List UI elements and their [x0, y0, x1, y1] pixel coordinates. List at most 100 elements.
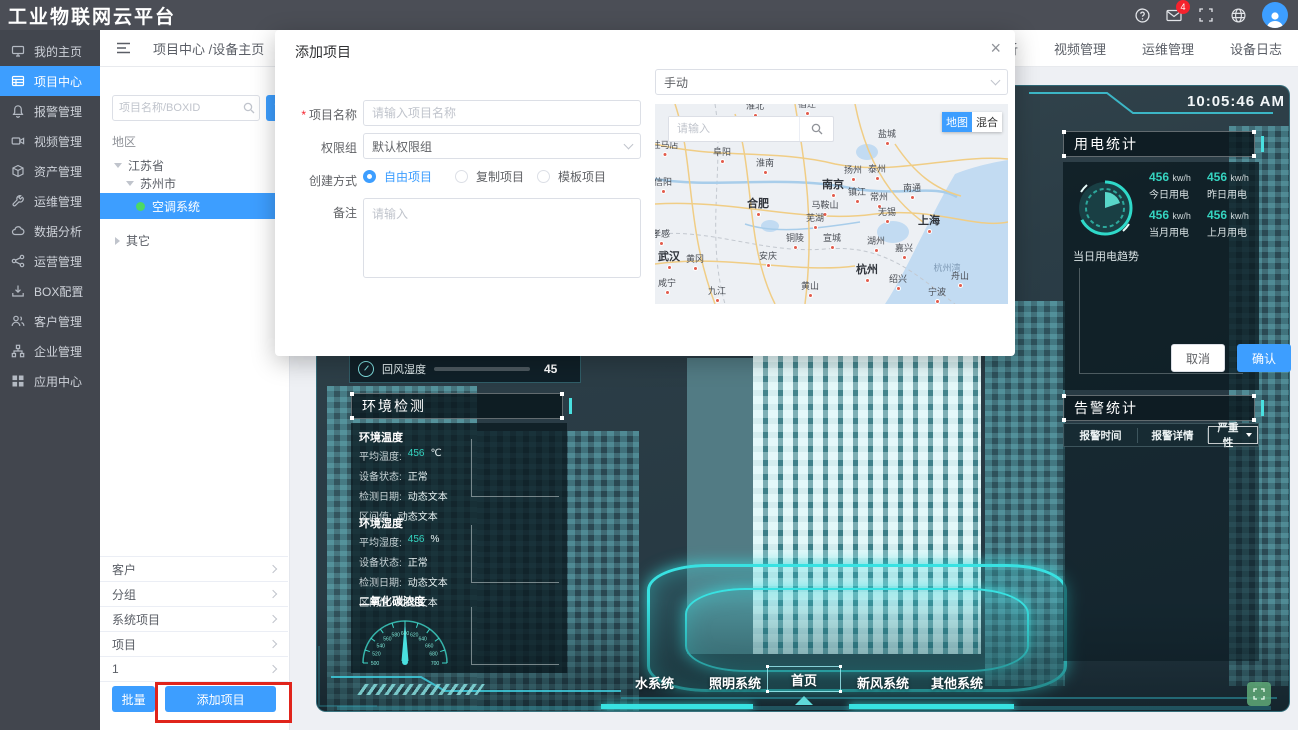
link-system-projects[interactable]: 系统项目 [100, 606, 288, 631]
project-search-box [112, 95, 260, 121]
caret-down-icon [114, 163, 122, 168]
add-project-modal: 添加项目 × 项目名称 权限组 默认权限组 创建方式 自由项目 复制项目 模板项… [275, 30, 1015, 356]
language-globe-icon[interactable] [1230, 7, 1246, 23]
tab-ops-mgmt[interactable]: 运维管理 [1142, 39, 1194, 58]
co2-chart-axes [471, 607, 559, 665]
link-one[interactable]: 1 [100, 656, 288, 681]
svg-text:700: 700 [431, 661, 440, 667]
env-temp-chart-axes [471, 439, 559, 497]
sidebar-item-box-config[interactable]: BOX配置 [0, 276, 100, 306]
tree-node-other[interactable]: 其它 [115, 232, 150, 249]
app-title: 工业物联网云平台 [0, 2, 176, 29]
radio-template-project[interactable]: 模板项目 [537, 168, 606, 185]
alarm-panel-title: 告警统计 [1063, 395, 1255, 421]
map-type-hybrid-button[interactable]: 混合 [972, 112, 1002, 132]
search-icon[interactable] [239, 102, 259, 114]
project-list-icon [11, 74, 25, 88]
sidebar-item-alarms[interactable]: 报警管理 [0, 96, 100, 126]
help-icon[interactable] [1134, 7, 1150, 23]
stat-last-month: 456 kw/h 上月用电 [1207, 208, 1249, 239]
svg-text:680: 680 [429, 652, 438, 658]
tab-home[interactable]: 首页 [767, 666, 841, 692]
batch-button[interactable]: 批量 [112, 686, 155, 712]
sidebar-item-projects[interactable]: 项目中心 [0, 66, 100, 96]
tab-device-log[interactable]: 设备日志 [1230, 39, 1282, 58]
sidebar-item-customers[interactable]: 客户管理 [0, 306, 100, 336]
radio-icon [537, 170, 550, 183]
tree-node-suzhou[interactable]: 苏州市 [126, 175, 176, 192]
user-avatar[interactable] [1262, 2, 1288, 28]
permission-group-select[interactable]: 默认权限组 [363, 133, 641, 159]
tab-pointer-triangle [795, 696, 813, 705]
caret-right-icon [115, 237, 120, 245]
location-map[interactable]: 淮北宿迁盐城阜阳淮南扬州泰州南京镇江常州南通驻马店信阳合肥马鞍山芜湖无锡上海孝感… [655, 104, 1008, 304]
hatch-stripes [357, 684, 485, 695]
stat-today: 456 kw/h 今日用电 [1149, 170, 1191, 201]
download-icon [11, 284, 25, 298]
radio-free-project[interactable]: 自由项目 [363, 168, 432, 185]
radio-checked-icon [363, 170, 376, 183]
link-projects[interactable]: 项目 [100, 631, 288, 656]
sidebar-nav: 我的主页 项目中心 报警管理 视频管理 资产管理 运维管理 数据分析 运营管理 [0, 30, 100, 730]
svg-text:540: 540 [377, 643, 386, 649]
sidebar-item-operations[interactable]: 运营管理 [0, 246, 100, 276]
map-type-map-button[interactable]: 地图 [942, 112, 972, 132]
bell-icon [11, 104, 25, 118]
status-dot-green [136, 202, 145, 211]
confirm-button[interactable]: 确认 [1237, 344, 1291, 372]
map-search-icon[interactable] [799, 117, 833, 141]
dial-icon [358, 361, 374, 377]
remark-textarea[interactable] [363, 198, 641, 278]
link-customers[interactable]: 客户 [100, 556, 288, 581]
mode-select[interactable]: 手动 [655, 69, 1008, 95]
mail-badge: 4 [1176, 0, 1190, 14]
return-air-slider[interactable] [434, 367, 530, 371]
env-humidity-chart-axes [471, 525, 559, 583]
env-panel-accent [569, 398, 572, 414]
link-groups[interactable]: 分组 [100, 581, 288, 606]
tree-bottom-links: 客户 分组 系统项目 项目 1 批量 添加项目 [100, 556, 288, 716]
sidebar-item-ops[interactable]: 运维管理 [0, 186, 100, 216]
project-search-input[interactable] [113, 102, 239, 114]
mail-icon[interactable]: 4 [1166, 7, 1182, 23]
fullscreen-icon[interactable] [1198, 7, 1214, 23]
project-name-input[interactable] [363, 100, 641, 126]
chevron-down-icon [624, 140, 634, 150]
tab-lighting-system[interactable]: 照明系统 [709, 673, 761, 692]
tab-water-system[interactable]: 水系统 [635, 673, 674, 692]
chevron-right-icon [269, 590, 277, 598]
tree-node-ac-system-selected[interactable]: 空调系统 [100, 193, 289, 219]
sidebar-item-apps[interactable]: 应用中心 [0, 366, 100, 396]
power-donut-gauge [1071, 174, 1139, 242]
sidebar-item-video[interactable]: 视频管理 [0, 126, 100, 156]
close-icon[interactable]: × [990, 38, 1001, 59]
radio-copy-project[interactable]: 复制项目 [455, 168, 524, 185]
map-search-input[interactable] [669, 117, 799, 141]
cancel-button[interactable]: 取消 [1171, 344, 1225, 372]
sidebar-item-enterprise[interactable]: 企业管理 [0, 336, 100, 366]
share-nodes-icon [11, 254, 25, 268]
monitor-icon [11, 44, 25, 58]
sidebar-item-home[interactable]: 我的主页 [0, 36, 100, 66]
collapse-menu-icon[interactable] [116, 42, 131, 54]
dashboard-fullscreen-button[interactable] [1247, 682, 1271, 706]
return-air-label: 回风湿度 [382, 361, 426, 377]
sidebar-item-analytics[interactable]: 数据分析 [0, 216, 100, 246]
svg-text:580: 580 [392, 632, 401, 638]
name-label: 项目名称 [285, 106, 357, 123]
add-project-button[interactable]: 添加项目 [165, 686, 276, 712]
chevron-right-icon [269, 640, 277, 648]
tab-underbar-dim [337, 706, 1271, 710]
col-alarm-detail: 报警详情 [1138, 428, 1208, 443]
severity-filter-dropdown[interactable]: 严重性 [1208, 426, 1258, 444]
col-alarm-time: 报警时间 [1064, 428, 1138, 443]
tab-fresh-air-system[interactable]: 新风系统 [857, 673, 909, 692]
sidebar-item-assets[interactable]: 资产管理 [0, 156, 100, 186]
tab-other-system[interactable]: 其他系统 [931, 673, 983, 692]
tab-video-mgmt[interactable]: 视频管理 [1054, 39, 1106, 58]
tree-node-jiangsu[interactable]: 江苏省 [114, 157, 164, 174]
users-icon [11, 314, 25, 328]
tab-underbar-left [601, 704, 753, 709]
dashboard-clock: 10:05:46 AM [1145, 93, 1285, 110]
chevron-down-icon [991, 76, 1001, 86]
